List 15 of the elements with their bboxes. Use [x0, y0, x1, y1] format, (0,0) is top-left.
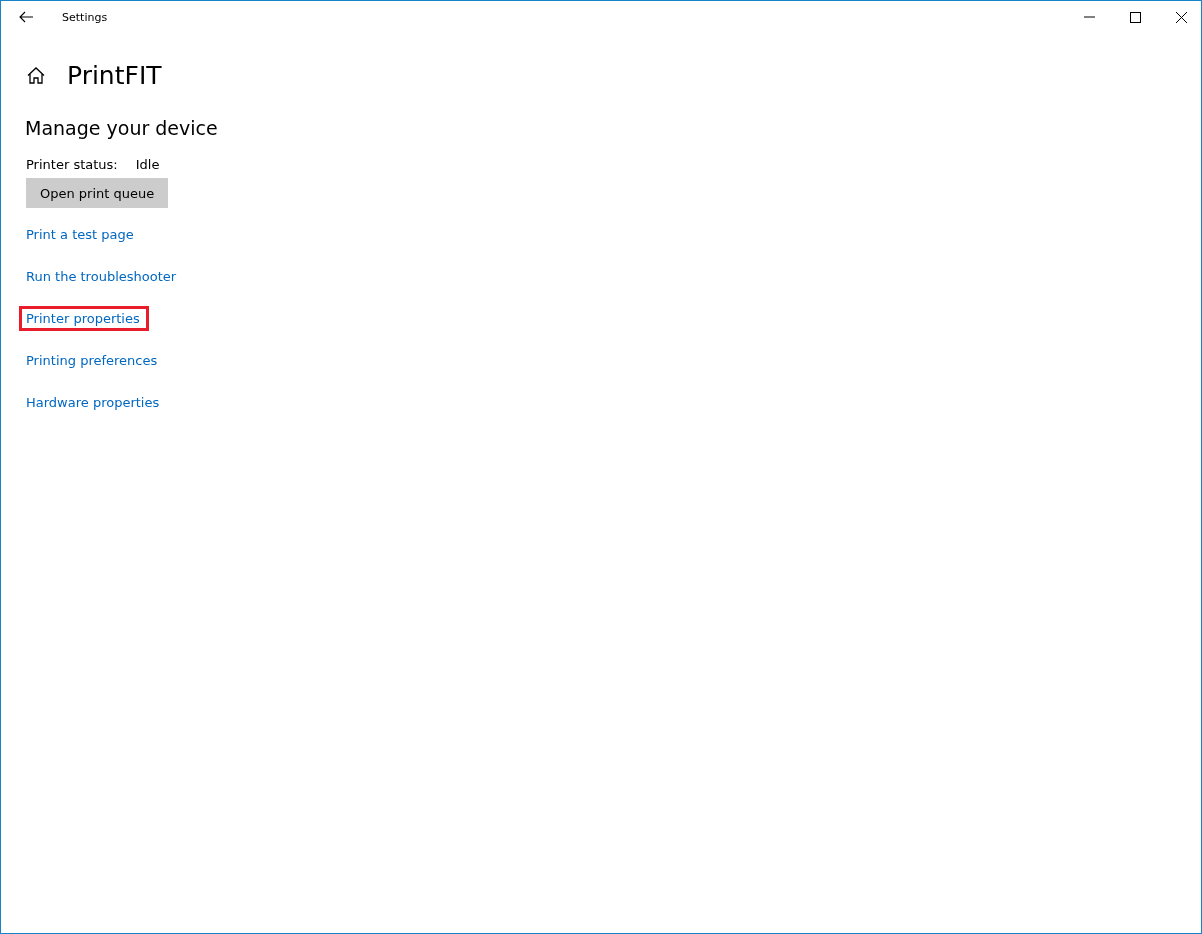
link[interactable]: Run the troubleshooter [19, 264, 186, 289]
link[interactable]: Printing preferences [19, 348, 167, 373]
section-heading: Manage your device [25, 117, 219, 139]
maximize-icon[interactable] [1130, 11, 1141, 23]
window-title: Settings [62, 10, 108, 24]
status-label: Printer status: [26, 157, 118, 172]
home-icon[interactable] [27, 66, 45, 84]
link[interactable]: Printer properties [19, 306, 149, 331]
open-print-queue-button[interactable]: Open print queue [26, 178, 169, 208]
close-icon[interactable] [1176, 11, 1187, 23]
back-icon[interactable] [19, 11, 33, 23]
link[interactable]: Print a test page [19, 222, 143, 247]
status-value: Idle [135, 157, 160, 172]
page-title: PrintFIT [67, 60, 162, 90]
link[interactable]: Hardware properties [19, 390, 169, 415]
